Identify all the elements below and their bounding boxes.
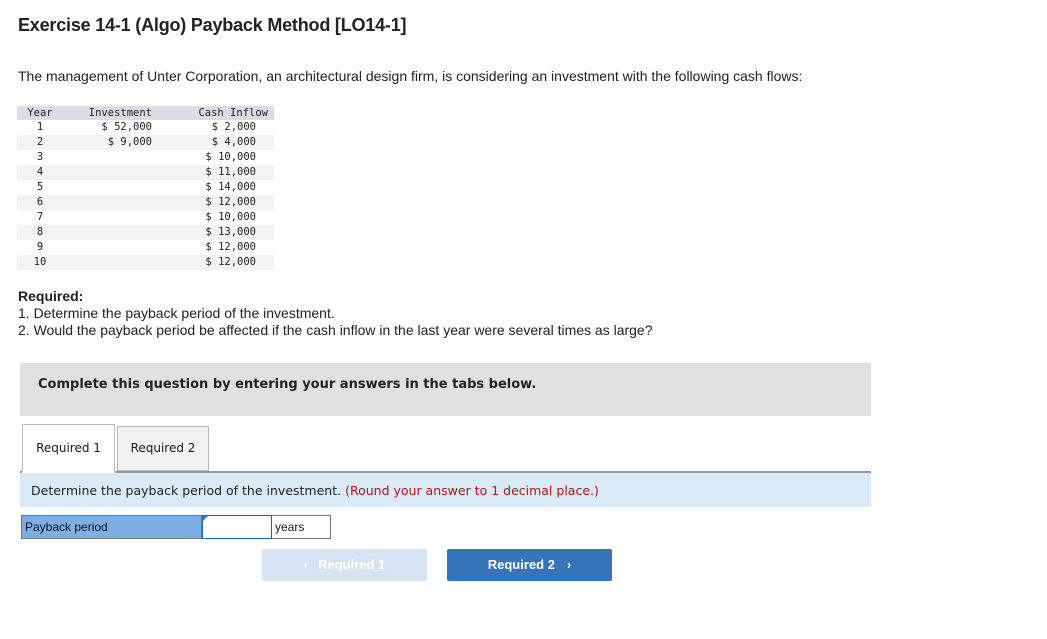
cash-flow-table: Year Investment Cash Inflow 1 $ 52,000 $ 2…: [17, 106, 274, 270]
table-row: 6 $ 12,000: [17, 195, 274, 210]
payback-period-label: Payback period: [21, 515, 202, 539]
required-item-2: 2. Would the payback period be affected …: [18, 322, 653, 338]
cell-year: 3: [36, 151, 44, 163]
cell-cash-inflow: $ 12,000: [205, 241, 256, 253]
cell-investment: [63, 150, 158, 165]
cell-cash-inflow: $ 13,000: [158, 225, 274, 240]
cell-cash-inflow: $ 2,000: [211, 121, 256, 133]
cell-year: 9: [36, 241, 44, 253]
cell-year: 10: [17, 255, 63, 270]
cell-cash-inflow: $ 12,000: [158, 195, 274, 210]
cell-investment: [63, 180, 158, 195]
input-marker-icon: [203, 516, 208, 521]
table-row: 10 $ 12,000: [17, 255, 274, 270]
table-row: 2 $ 9,000 $ 4,000: [17, 135, 274, 150]
cell-cash-inflow: $ 10,000: [205, 211, 256, 223]
header-year: Year: [17, 106, 63, 120]
header-investment: Investment: [63, 106, 158, 120]
answer-row: Payback period years: [21, 515, 331, 539]
tab-required-1[interactable]: Required 1: [22, 424, 115, 473]
cell-investment: [63, 165, 158, 180]
unit-label: years: [272, 515, 331, 539]
table-row: 4 $ 11,000: [17, 165, 274, 180]
cell-investment: [63, 210, 158, 225]
cell-cash-inflow: $ 10,000: [205, 151, 256, 163]
exercise-title: Exercise 14-1 (Algo) Payback Method [LO1…: [18, 15, 407, 35]
cash-flow-table-body: 1 $ 52,000 $ 2,000 2 $ 9,000 $ 4,000 3 $ 10,000…: [17, 120, 274, 270]
cell-year: 5: [36, 181, 44, 193]
cell-investment: [63, 255, 158, 270]
cell-cash-inflow: $ 12,000: [158, 255, 274, 270]
cell-investment: $ 9,000: [63, 135, 158, 150]
prev-required-button[interactable]: ‹ Required 1: [262, 549, 427, 581]
cell-investment: [63, 240, 158, 255]
cell-cash-inflow: $ 4,000: [158, 135, 274, 150]
table-header-row: Year Investment Cash Inflow: [17, 106, 274, 120]
cell-year: 1: [36, 121, 44, 133]
cell-year: 7: [36, 211, 44, 223]
rounding-note: (Round your answer to 1 decimal place.): [345, 483, 599, 498]
cell-investment: [63, 225, 158, 240]
next-button-label: Required 2: [487, 557, 555, 572]
cell-cash-inflow: $ 14,000: [205, 181, 256, 193]
table-row: 7 $ 10,000: [17, 210, 274, 225]
instruction-text: Complete this question by entering your …: [38, 377, 537, 392]
cell-investment: [63, 195, 158, 210]
prev-button-label: Required 1: [318, 557, 386, 572]
table-row: 1 $ 52,000 $ 2,000: [17, 120, 274, 135]
chevron-right-icon: ›: [566, 557, 572, 572]
cell-investment: $ 52,000: [101, 121, 152, 133]
table-row: 8 $ 13,000: [17, 225, 274, 240]
table-row: 5 $ 14,000: [17, 180, 274, 195]
question-prompt: Determine the payback period of the inve…: [20, 473, 871, 507]
header-cash-inflow: Cash Inflow: [158, 106, 274, 120]
payback-period-input-cell[interactable]: [202, 515, 272, 539]
required-heading: Required:: [18, 288, 84, 304]
tab-required-2[interactable]: Required 2: [117, 426, 209, 471]
cell-year: 2: [17, 135, 63, 150]
cell-year: 8: [17, 225, 63, 240]
payback-period-input[interactable]: [203, 516, 271, 538]
cell-cash-inflow: $ 11,000: [158, 165, 274, 180]
required-item-1: 1. Determine the payback period of the i…: [18, 305, 335, 321]
instruction-banner: Complete this question by entering your …: [20, 363, 871, 416]
chevron-left-icon: ‹: [303, 557, 309, 572]
cell-year: 4: [17, 165, 63, 180]
required-section: Required: 1. Determine the payback perio…: [18, 288, 653, 339]
tab-bar: Required 1 Required 2: [20, 424, 871, 473]
cell-year: 6: [17, 195, 63, 210]
table-row: 3 $ 10,000: [17, 150, 274, 165]
prompt-text: Determine the payback period of the inve…: [31, 483, 342, 498]
next-required-button[interactable]: Required 2 ›: [447, 549, 612, 581]
intro-text: The management of Unter Corporation, an …: [18, 68, 803, 84]
table-row: 9 $ 12,000: [17, 240, 274, 255]
prompt-line: Determine the payback period of the inve…: [31, 483, 599, 498]
